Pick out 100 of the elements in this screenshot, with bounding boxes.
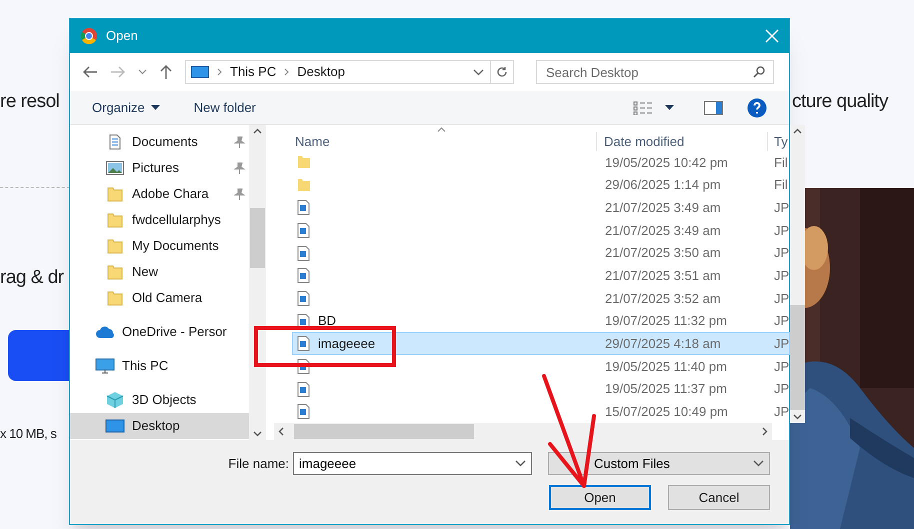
nav-item[interactable]: 3D Objects: [70, 387, 249, 413]
file-row[interactable]: 15/07/2025 10:49 pm JP: [292, 400, 790, 424]
breadcrumb[interactable]: Desktop: [297, 62, 345, 82]
date-cell-text: 19/07/2025 11:32 pm: [604, 312, 728, 330]
folder-icon: [107, 290, 123, 306]
file-type-dropdown[interactable]: Custom Files: [548, 452, 770, 475]
type-cell-text: JP: [773, 222, 790, 240]
nav-item[interactable]: Pictures: [70, 155, 249, 181]
file-name-field[interactable]: imageeee: [293, 452, 532, 475]
chevron-left-icon[interactable]: [278, 427, 284, 436]
file-row[interactable]: 21/07/2025 3:52 am JP: [292, 287, 790, 310]
page-text: x 10 MB, s: [0, 425, 56, 443]
image-file-icon: [297, 404, 310, 420]
column-header[interactable]: Name: [292, 132, 596, 151]
folder-icon: [107, 264, 123, 280]
file-name-label: File name:: [228, 454, 289, 473]
date-cell-text: 29/07/2025 4:18 am: [604, 334, 722, 353]
scrollbar[interactable]: [274, 423, 772, 440]
pictures-icon: [106, 161, 124, 175]
date-cell-text: 21/07/2025 3:52 am: [604, 290, 722, 308]
image-file-icon: [297, 290, 310, 306]
chevron-right-icon[interactable]: [762, 427, 768, 436]
breadcrumb[interactable]: This PC: [230, 62, 276, 82]
organize-menu[interactable]: Organize: [92, 98, 160, 118]
new-folder-button[interactable]: New folder: [194, 98, 256, 118]
up-arrow-icon[interactable]: [159, 64, 173, 80]
nav-item[interactable]: Old Camera: [70, 285, 249, 311]
page-text: cture quality: [792, 90, 888, 114]
search-field[interactable]: Search Desktop: [536, 60, 774, 84]
date-cell-text: 29/06/2025 1:14 pm: [604, 176, 722, 194]
scrollbar-thumb[interactable]: [250, 208, 265, 268]
nav-item[interactable]: Adobe Chara: [70, 181, 249, 207]
cube-icon: [106, 391, 124, 409]
chevron-down-icon[interactable]: [515, 460, 526, 467]
nav-item[interactable]: fwdcellularphys: [70, 207, 249, 233]
image-file-icon: [297, 382, 310, 397]
date-cell-text: 21/07/2025 3:49 am: [604, 222, 722, 240]
cloud-icon: [95, 326, 115, 338]
window-title: Open: [106, 27, 139, 46]
nav-item[interactable]: Documents: [70, 129, 249, 155]
back-arrow-icon[interactable]: [82, 65, 98, 79]
nav-item[interactable]: Desktop: [70, 413, 249, 439]
type-cell-text: JP: [773, 290, 790, 308]
nav-item[interactable]: New: [70, 259, 249, 285]
preview-pane-icon[interactable]: [704, 100, 723, 114]
image-file-icon: [297, 200, 310, 216]
file-name: BD: [318, 312, 336, 330]
chevron-up-icon[interactable]: [253, 128, 262, 134]
type-cell-text: JP: [773, 198, 790, 217]
chevron-up-icon[interactable]: [793, 128, 802, 134]
type-cell-text: JP: [773, 334, 790, 353]
help-icon[interactable]: [747, 98, 767, 118]
file-row[interactable]: 21/07/2025 3:50 am JP: [292, 242, 790, 264]
file-row[interactable]: BD 19/07/2025 11:32 pm JP: [292, 310, 790, 332]
date-cell-text: 21/07/2025 3:50 am: [604, 244, 722, 262]
folder-icon: [107, 186, 123, 202]
folder-icon: [107, 238, 123, 254]
nav-item[interactable]: My Documents: [70, 233, 249, 259]
date-cell-text: 21/07/2025 3:49 am: [604, 198, 722, 217]
file-row[interactable]: 19/05/2025 10:42 pm Fil: [292, 151, 790, 174]
file-row[interactable]: 21/07/2025 3:49 am JP: [292, 196, 790, 220]
type-cell-text: Fil: [773, 154, 788, 172]
view-options-icon[interactable]: [633, 100, 653, 114]
file-row[interactable]: 19/05/2025 11:40 pm JP: [292, 355, 790, 378]
file-name: imageeee: [318, 334, 376, 353]
chevron-right-icon: [284, 68, 290, 76]
file-row[interactable]: imageeee 29/07/2025 4:18 am JP: [292, 332, 790, 356]
chevron-down-icon[interactable]: [473, 68, 484, 76]
file-row[interactable]: 29/06/2025 1:14 pm Fil: [292, 174, 790, 196]
scrollbar[interactable]: [249, 125, 266, 440]
document-icon: [107, 134, 123, 150]
chevron-down-icon[interactable]: [138, 69, 147, 75]
type-cell-text: JP: [773, 402, 790, 421]
close-icon[interactable]: [765, 29, 779, 43]
image-file-icon: [297, 222, 310, 238]
chevron-down-icon[interactable]: [793, 414, 802, 420]
nav-item[interactable]: This PC: [70, 353, 249, 379]
chevron-down-icon: [753, 460, 764, 467]
file-row[interactable]: 21/07/2025 3:51 am JP: [292, 264, 790, 288]
date-cell-text: 21/07/2025 3:51 am: [604, 266, 722, 285]
column-header[interactable]: Ty: [767, 132, 788, 151]
search-icon: [753, 66, 765, 78]
chevron-right-icon: [217, 68, 222, 76]
chevron-down-icon[interactable]: [253, 431, 262, 437]
dialog-button[interactable]: Cancel: [668, 485, 770, 510]
caret-icon: [150, 105, 160, 110]
type-cell-text: JP: [773, 312, 790, 330]
dialog-button[interactable]: Open: [549, 485, 651, 510]
file-row[interactable]: 19/05/2025 11:37 pm JP: [292, 378, 790, 400]
file-row[interactable]: 21/07/2025 3:49 am JP: [292, 219, 790, 242]
caret-icon[interactable]: [665, 105, 674, 110]
scrollbar[interactable]: [790, 125, 806, 423]
date-cell-text: 19/05/2025 10:42 pm: [604, 154, 729, 172]
nav-item[interactable]: OneDrive - Persor: [70, 319, 249, 345]
column-header[interactable]: Date modified: [596, 132, 767, 151]
date-cell-text: 15/07/2025 10:49 pm: [604, 402, 729, 421]
scrollbar-thumb[interactable]: [294, 424, 474, 439]
date-cell-text: 19/05/2025 11:40 pm: [604, 358, 728, 376]
address-bar[interactable]: This PC Desktop: [185, 60, 514, 84]
scrollbar-thumb[interactable]: [790, 305, 806, 410]
